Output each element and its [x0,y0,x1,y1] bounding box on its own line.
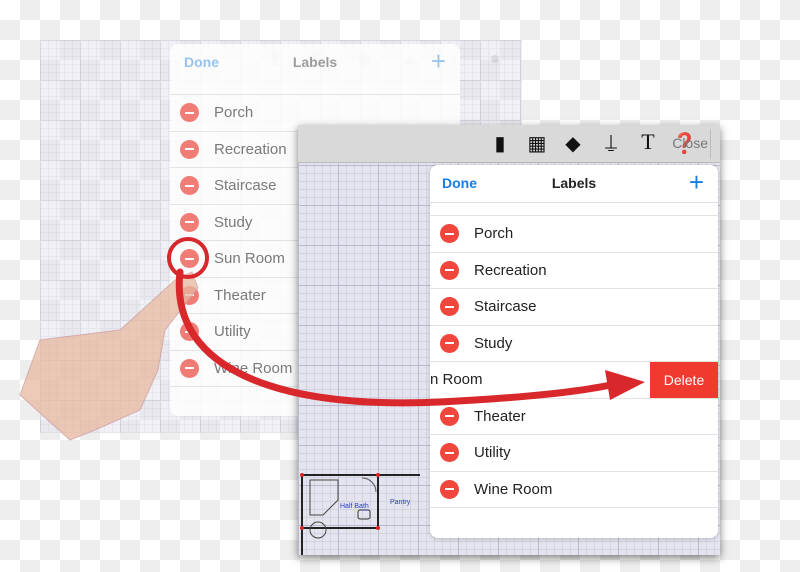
hand-icon [19,271,199,441]
arrowhead [605,370,645,400]
tap-circle [167,237,209,279]
swipe-arrow [175,268,619,407]
gesture-overlay [19,237,645,441]
